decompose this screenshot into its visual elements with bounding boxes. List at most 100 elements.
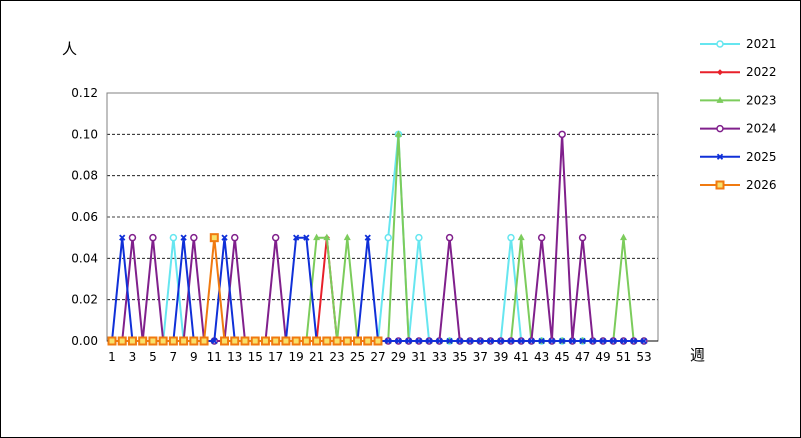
legend-label: 2026 [746, 178, 777, 192]
x-tick-label: 39 [493, 350, 508, 364]
line-chart: 0.000.020.040.060.080.100.121 3 5 7 9 11 13 15 1… [62, 37, 777, 364]
y-tick-label: 0.12 [71, 86, 98, 100]
data-point [363, 336, 373, 346]
legend-item-2024: 2024 [700, 122, 777, 136]
data-point [507, 233, 515, 242]
data-point [168, 336, 178, 346]
data-point [138, 336, 148, 346]
legend-label: 2024 [746, 122, 777, 136]
x-tick-label: 51 [616, 350, 631, 364]
y-tick-label: 0.04 [71, 251, 98, 265]
series [107, 130, 648, 346]
data-point [558, 130, 566, 139]
data-point [415, 233, 423, 242]
x-tick-label: 3 [129, 350, 137, 364]
data-point [107, 336, 117, 346]
data-point [537, 233, 546, 242]
x-tick-label: 53 [636, 350, 651, 364]
x-tick-label: 35 [452, 350, 467, 364]
data-point [128, 233, 137, 242]
x-tick-label: 1 [108, 350, 116, 364]
data-point [220, 336, 230, 346]
data-point [322, 336, 332, 346]
data-point [127, 336, 137, 346]
legend-label: 2021 [746, 37, 777, 51]
data-point [343, 233, 351, 241]
data-point [353, 336, 363, 346]
x-tick-label: 9 [190, 350, 198, 364]
series-2025 [108, 234, 648, 345]
x-tick-label: 7 [170, 350, 178, 364]
x-tick-label: 13 [227, 350, 242, 364]
data-point [312, 336, 322, 346]
x-tick-label: 45 [554, 350, 569, 364]
x-tick-label: 19 [288, 350, 303, 364]
x-tick-label: 11 [207, 350, 222, 364]
legend-label: 2025 [746, 150, 777, 164]
data-point [717, 69, 723, 76]
legend-item-2025: 2025 [700, 150, 777, 164]
x-tick-label: 15 [248, 350, 263, 364]
legend-item-2023: 2023 [700, 93, 777, 107]
data-point [117, 336, 127, 346]
y-tick-label: 0.08 [71, 169, 98, 183]
data-point [271, 336, 281, 346]
data-point [716, 40, 724, 48]
x-tick-label: 31 [411, 350, 426, 364]
x-tick-label: 27 [370, 350, 385, 364]
x-tick-label: 25 [350, 350, 365, 364]
data-point [149, 233, 157, 242]
data-point [179, 336, 189, 346]
legend-label: 2022 [746, 65, 777, 79]
data-point [517, 233, 525, 241]
data-point [373, 336, 383, 346]
data-point [189, 336, 199, 346]
x-tick-label: 47 [575, 350, 590, 364]
legend: 2021 2022 2023 2024 2025 2026 [700, 37, 777, 192]
legend-label: 2023 [746, 93, 777, 107]
legend-item-2026: 2026 [700, 178, 777, 192]
y-axis-unit-label: 人 [62, 40, 77, 58]
data-point [342, 336, 352, 346]
data-point [148, 336, 158, 346]
data-point [199, 336, 209, 346]
series-2024 [108, 130, 648, 345]
data-point [230, 336, 240, 346]
data-point [578, 233, 587, 242]
data-point [260, 336, 270, 346]
axes: 0.000.020.040.060.080.100.121 3 5 7 9 11 13 15 1… [71, 86, 658, 364]
x-tick-label: 41 [514, 350, 529, 364]
data-point [620, 233, 627, 241]
x-tick-label: 29 [391, 350, 406, 364]
data-point [445, 233, 454, 242]
x-tick-label: 37 [473, 350, 488, 364]
data-point [271, 233, 280, 242]
y-tick-label: 0.06 [71, 210, 98, 224]
legend-item-2021: 2021 [700, 37, 777, 51]
data-point [190, 233, 198, 242]
data-point [332, 336, 342, 346]
legend-item-2022: 2022 [700, 65, 777, 79]
data-point [209, 233, 219, 243]
data-point [716, 124, 724, 133]
data-point [384, 233, 392, 242]
data-point [281, 336, 291, 346]
x-tick-label: 5 [149, 350, 157, 364]
x-axis-unit-label: 週 [690, 346, 705, 364]
gridlines [107, 92, 658, 301]
data-point [169, 233, 178, 242]
data-point [715, 180, 725, 190]
y-tick-label: 0.00 [71, 334, 98, 348]
data-point [301, 336, 311, 346]
x-tick-label: 17 [268, 350, 283, 364]
data-point [250, 336, 260, 346]
x-tick-label: 23 [329, 350, 344, 364]
series-2026 [107, 233, 383, 346]
x-tick-label: 43 [534, 350, 549, 364]
data-point [240, 336, 250, 346]
data-point [158, 336, 168, 346]
x-tick-label: 49 [595, 350, 610, 364]
x-tick-label: 33 [432, 350, 447, 364]
y-tick-label: 0.02 [71, 293, 98, 307]
x-tick-label: 21 [309, 350, 324, 364]
